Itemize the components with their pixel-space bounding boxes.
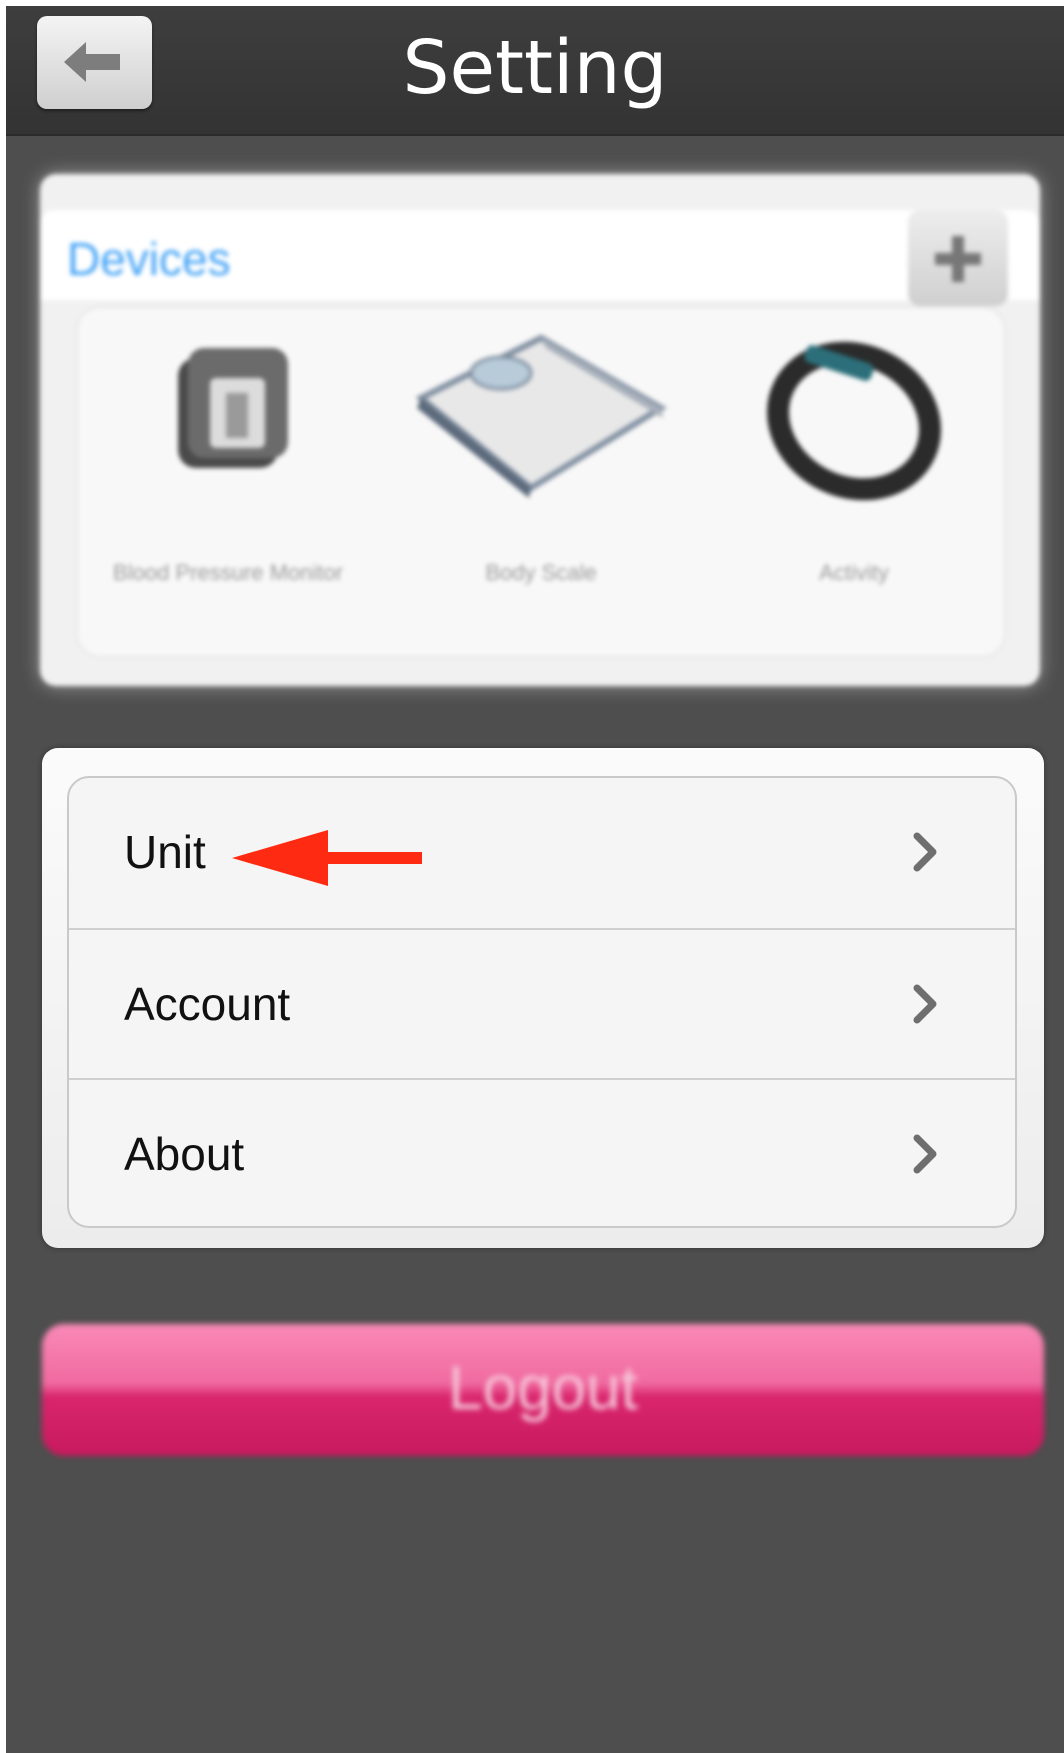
- chevron-right-icon: [913, 832, 937, 872]
- settings-list: Unit Account About: [67, 776, 1017, 1228]
- row-label-about: About: [124, 1128, 245, 1180]
- devices-panel: Devices Blood Pressure Monitor Body Scal…: [40, 174, 1040, 686]
- settings-card: Unit Account About: [42, 748, 1044, 1248]
- row-label-account: Account: [124, 978, 291, 1030]
- add-device-button[interactable]: [908, 210, 1008, 306]
- device-name: Body Scale: [485, 560, 597, 585]
- devices-label: Devices: [67, 233, 231, 285]
- settings-screen: Setting Devices Blood Pressure Monitor B…: [6, 6, 1064, 1753]
- plus-icon: [935, 236, 981, 282]
- blood-pressure-monitor-icon: [178, 348, 288, 468]
- device-body-scale[interactable]: Body Scale: [391, 308, 691, 638]
- chevron-right-icon: [913, 1134, 937, 1174]
- device-name: Blood Pressure Monitor: [113, 560, 343, 585]
- device-name: Activity: [819, 560, 889, 585]
- device-blood-pressure-monitor[interactable]: Blood Pressure Monitor: [78, 308, 378, 638]
- devices-grid: Blood Pressure Monitor Body Scale Activi…: [76, 306, 1006, 658]
- activity-band-icon: [767, 341, 941, 501]
- page-title: Setting: [402, 25, 668, 111]
- logout-button[interactable]: Logout: [42, 1324, 1044, 1456]
- chevron-right-icon: [913, 984, 937, 1024]
- row-label-unit: Unit: [124, 826, 206, 878]
- settings-row-about[interactable]: About: [69, 1078, 1015, 1226]
- settings-row-account[interactable]: Account: [69, 928, 1015, 1079]
- annotation-arrow-icon: [232, 830, 422, 886]
- logout-label: Logout: [448, 1354, 638, 1423]
- title-bar: Setting: [6, 6, 1064, 136]
- device-activity[interactable]: Activity: [704, 308, 1004, 638]
- body-scale-icon: [415, 334, 667, 498]
- settings-row-unit[interactable]: Unit: [69, 778, 1015, 927]
